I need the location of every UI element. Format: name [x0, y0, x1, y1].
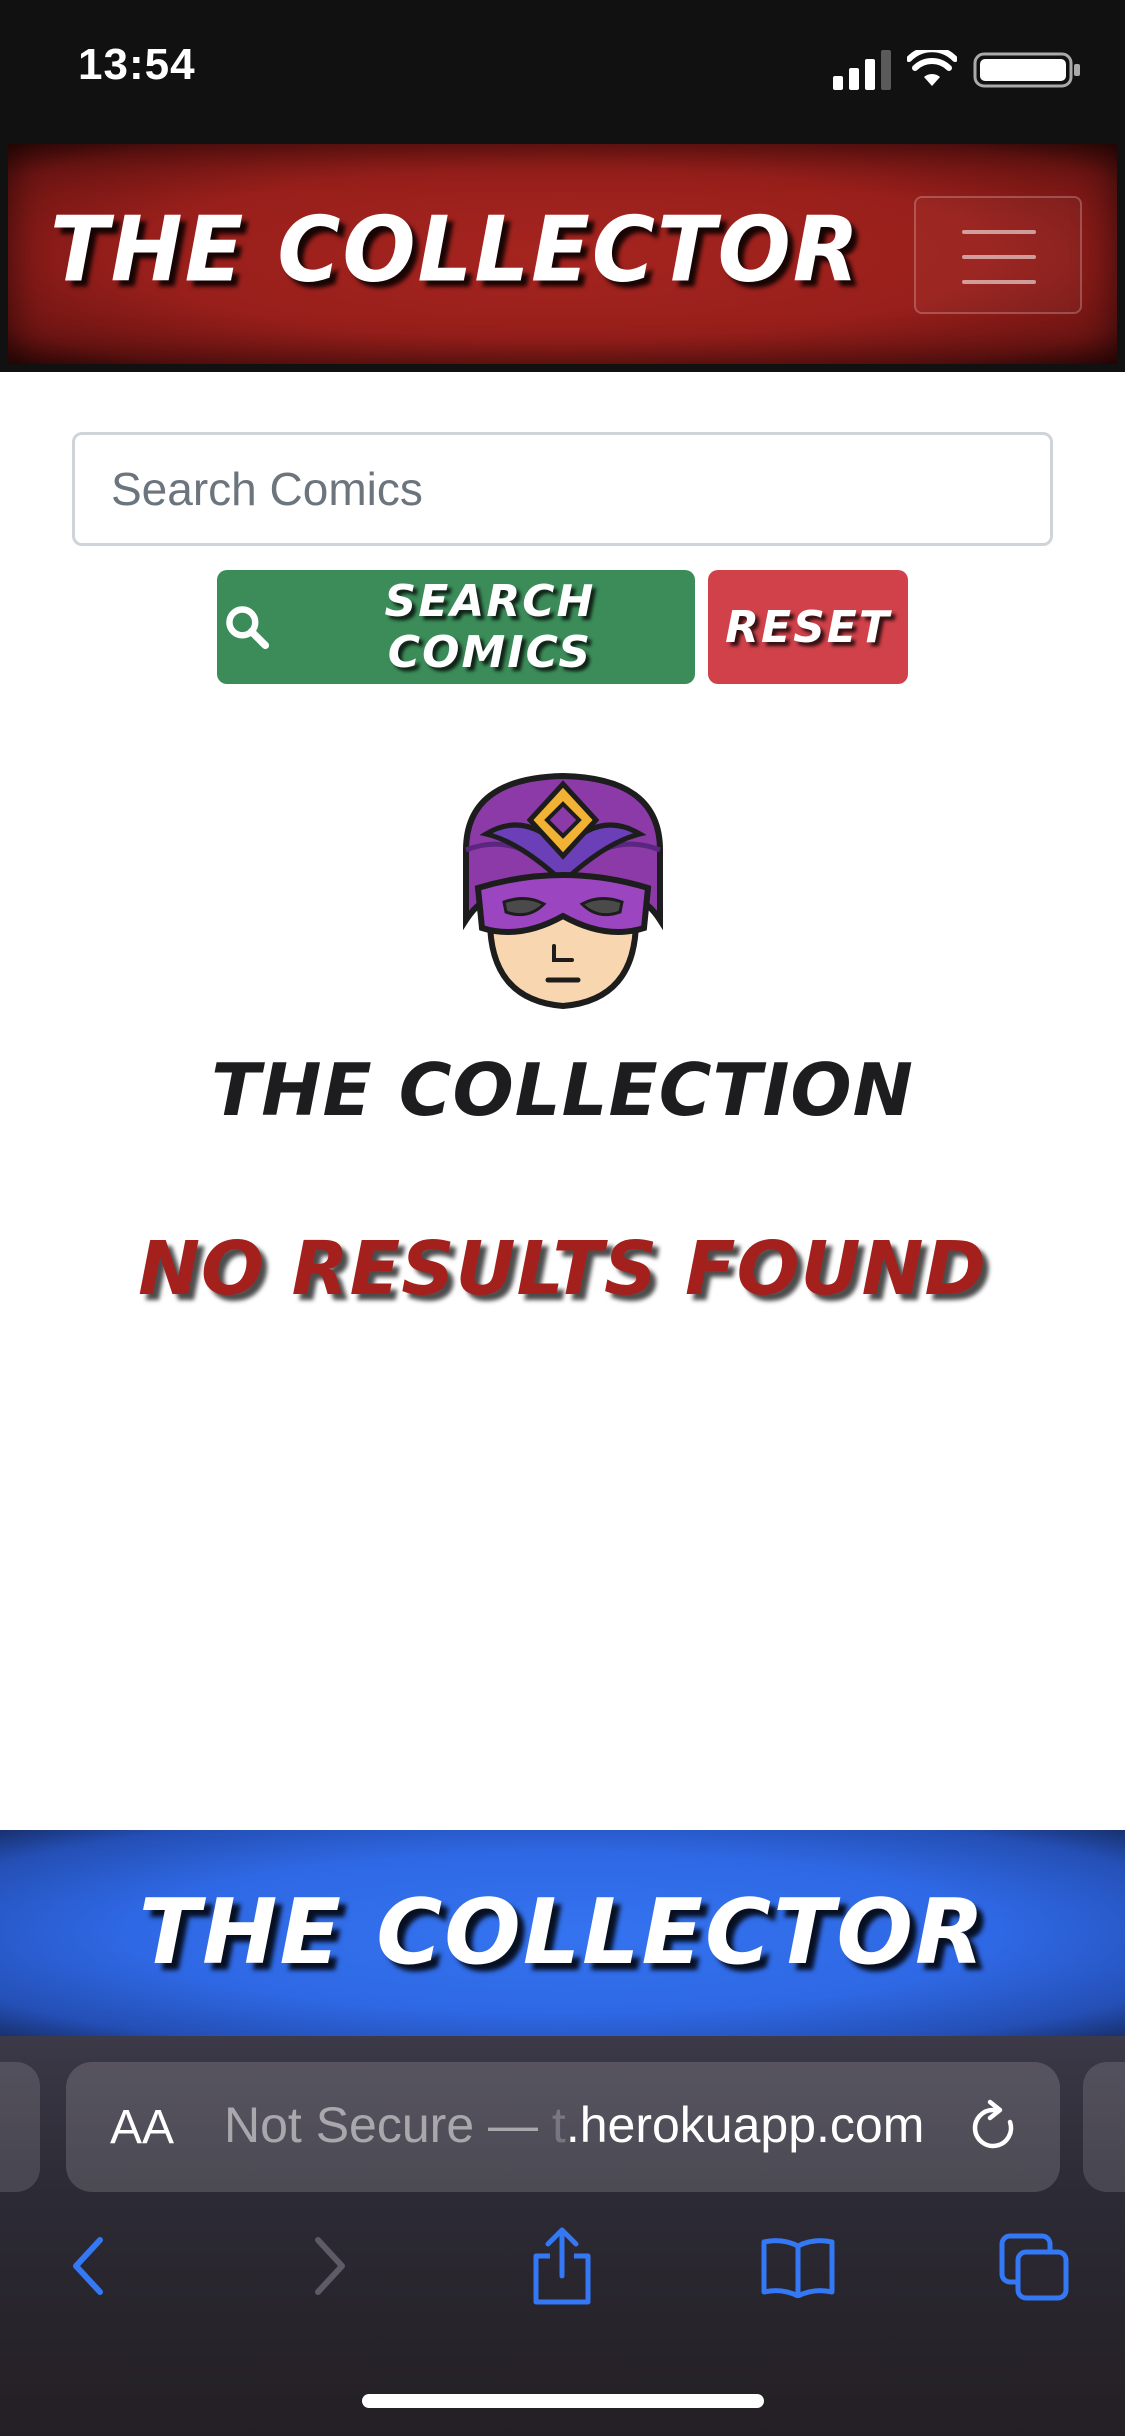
navbar-brand[interactable]: THE COLLECTOR	[50, 198, 861, 303]
forward-icon[interactable]	[308, 2234, 352, 2298]
reload-icon[interactable]	[966, 2098, 1022, 2158]
tabs-icon[interactable]	[998, 2232, 1070, 2302]
next-tab-preview[interactable]	[1083, 2062, 1125, 2192]
text-size-button[interactable]: AA	[110, 2100, 174, 2155]
search-icon	[226, 606, 270, 650]
status-time: 13:54	[78, 40, 196, 89]
collection-title: THE COLLECTION	[211, 1048, 914, 1132]
navbar-panel: THE COLLECTOR	[8, 144, 1117, 364]
battery-icon	[973, 52, 1080, 88]
reset-label: RESET	[725, 601, 891, 653]
bookmarks-icon[interactable]	[760, 2236, 836, 2298]
navbar: THE COLLECTOR	[0, 140, 1125, 372]
previous-tab-preview[interactable]	[0, 2062, 40, 2192]
cellular-signal-icon	[833, 50, 891, 90]
search-comics-label: SEARCH COMICS	[384, 576, 596, 678]
hamburger-menu-icon	[962, 230, 1036, 234]
navbar-toggle-button[interactable]	[914, 196, 1082, 314]
no-results-message: NO RESULTS FOUND	[138, 1226, 987, 1312]
status-bar: 13:54	[0, 0, 1125, 140]
footer-brand: THE COLLECTOR	[138, 1880, 987, 1985]
wifi-icon	[907, 50, 957, 86]
search-input[interactable]	[72, 432, 1053, 546]
share-icon[interactable]	[530, 2226, 594, 2306]
superhero-mask-icon	[463, 772, 663, 1010]
url-domain: .herokuapp.com	[565, 2097, 925, 2153]
url-faded-prefix: t	[551, 2097, 566, 2153]
home-indicator	[362, 2394, 764, 2408]
back-icon[interactable]	[66, 2234, 110, 2298]
url-security-label: Not Secure —	[224, 2097, 552, 2153]
address-bar[interactable]: AA Not Secure — t.herokuapp.com	[66, 2062, 1060, 2192]
search-comics-button[interactable]: SEARCH COMICS	[217, 570, 695, 684]
url-text: Not Secure — t.herokuapp.com	[224, 2096, 924, 2154]
browser-bottom-bar: AA Not Secure — t.herokuapp.com	[0, 2036, 1125, 2436]
reset-button[interactable]: RESET	[708, 570, 908, 684]
footer-banner: THE COLLECTOR	[0, 1830, 1125, 2036]
